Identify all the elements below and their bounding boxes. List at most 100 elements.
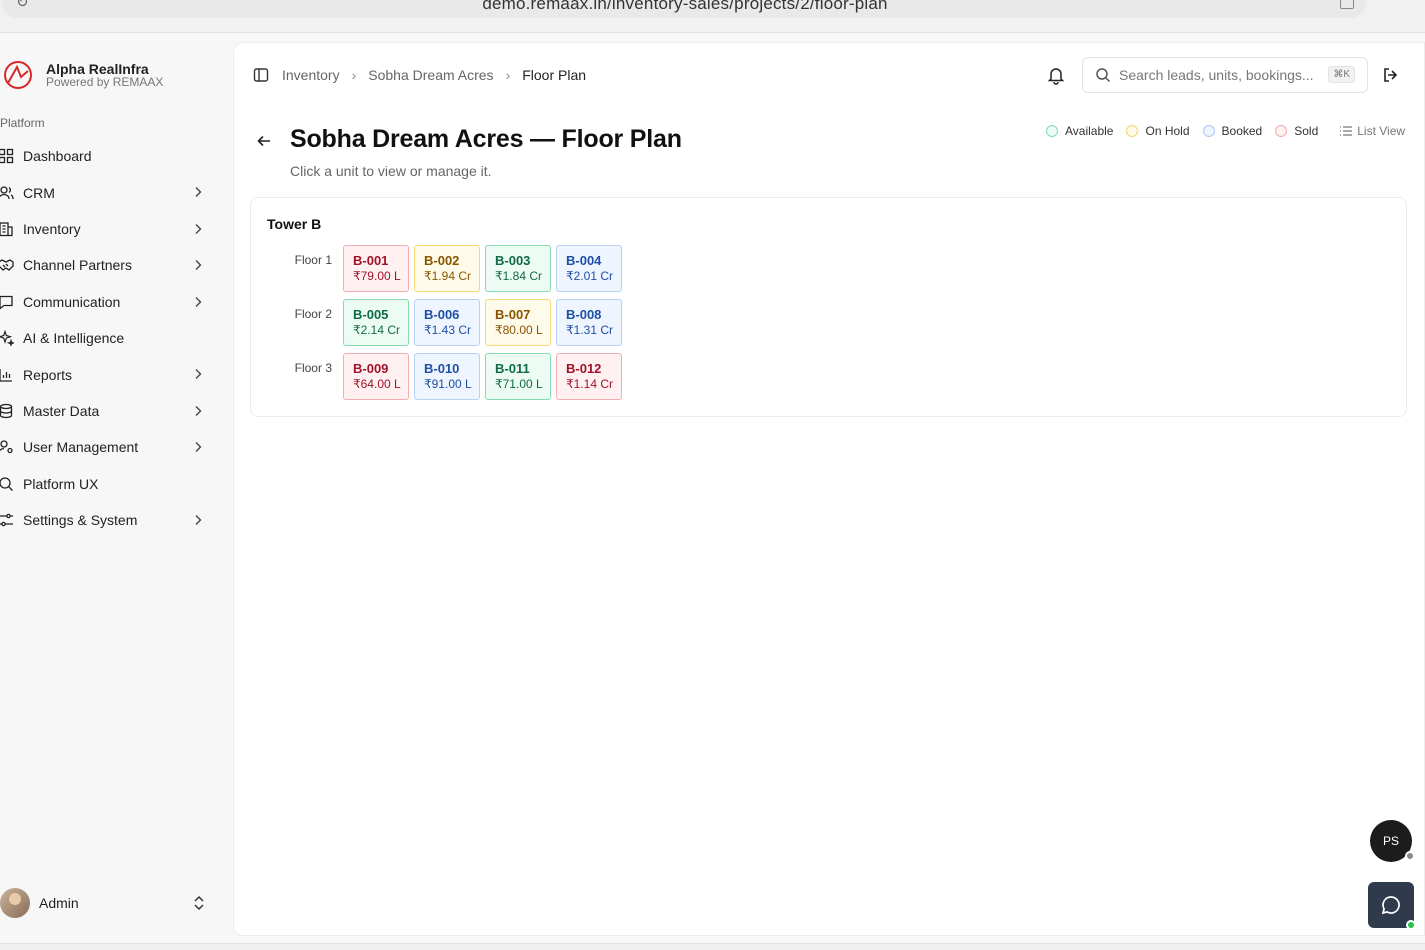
sidebar-item-label: Inventory <box>23 220 81 237</box>
page-subtitle: Click a unit to view or manage it. <box>290 163 492 179</box>
unit-cell-b-001[interactable]: B-001 ₹79.00 L <box>343 245 409 292</box>
global-search[interactable]: ⌘K <box>1082 57 1368 93</box>
floor-row: Floor 2 B-005 ₹2.14 Cr B-006 ₹1.43 Cr B-007 ₹8… <box>267 299 627 353</box>
sidebar-item-communication[interactable]: Communication <box>0 284 212 320</box>
sidebar-nav: Dashboard CRM Inventory Channel Partners Com… <box>0 138 212 538</box>
browser-url-bar: ↻ demo.remaax.in/inventory-sales/project… <box>0 0 1425 33</box>
unit-code: B-007 <box>495 307 531 322</box>
page-title: Sobha Dream Acres — Floor Plan <box>290 125 682 153</box>
unit-cell-b-002[interactable]: B-002 ₹1.94 Cr <box>414 245 480 292</box>
user-menu[interactable]: Admin <box>0 885 212 921</box>
chat-button[interactable] <box>1368 882 1416 930</box>
floor-label: Floor 3 <box>294 361 332 375</box>
sidebar-item-inventory[interactable]: Inventory <box>0 211 212 247</box>
unit-code: B-003 <box>495 253 531 268</box>
back-arrow-icon[interactable] <box>256 133 272 149</box>
bar-chart-icon <box>0 367 14 383</box>
chevron-right-icon <box>190 366 206 382</box>
legend-swatch <box>1275 125 1288 137</box>
sidebar-section-label: Platform <box>0 116 45 130</box>
unit-cell-b-006[interactable]: B-006 ₹1.43 Cr <box>414 299 480 346</box>
breadcrumb-project[interactable]: Sobha Dream Acres <box>368 67 493 83</box>
sidebar: Alpha RealInfra Powered by REMAAX Platfo… <box>0 33 232 950</box>
sidebar-item-channel-partners[interactable]: Channel Partners <box>0 247 212 283</box>
unit-code: B-006 <box>424 307 460 322</box>
sidebar-item-ai-intelligence[interactable]: AI & Intelligence <box>0 320 212 356</box>
brand-logo-icon <box>4 61 32 89</box>
sidebar-item-label: AI & Intelligence <box>23 330 125 347</box>
unit-price: ₹2.14 Cr <box>353 323 400 337</box>
tower-name: Tower B <box>267 216 322 232</box>
sidebar-item-dashboard[interactable]: Dashboard <box>0 138 212 174</box>
sidebar-item-crm[interactable]: CRM <box>0 174 212 210</box>
chevron-right-icon <box>190 257 206 273</box>
legend-label: Sold <box>1294 124 1319 138</box>
unit-cell-b-003[interactable]: B-003 ₹1.84 Cr <box>485 245 551 292</box>
list-view-button[interactable]: List View <box>1339 124 1405 138</box>
unit-cell-b-007[interactable]: B-007 ₹80.00 L <box>485 299 551 346</box>
message-icon <box>0 294 14 310</box>
floor-row: Floor 3 B-009 ₹64.00 L B-010 ₹91.00 L B-011 ₹7… <box>267 353 627 407</box>
window-bottom-edge <box>0 943 1425 950</box>
url-text[interactable]: demo.remaax.in/inventory-sales/projects/… <box>0 0 1370 14</box>
unit-cell-b-010[interactable]: B-010 ₹91.00 L <box>414 353 480 400</box>
chevron-right-icon: › <box>505 67 511 83</box>
sidebar-item-reports[interactable]: Reports <box>0 356 212 392</box>
unit-price: ₹1.31 Cr <box>566 323 613 337</box>
profile-avatar-button[interactable]: PS <box>1370 820 1415 862</box>
legend-swatch <box>1202 125 1215 137</box>
tower-card: Tower B Floor 1 B-001 ₹79.00 L B-002 ₹1.94 C… <box>250 197 1407 417</box>
chevron-right-icon <box>190 184 206 200</box>
legend-label: Available <box>1065 124 1114 138</box>
sidebar-item-label: User Management <box>23 439 139 456</box>
user-name: Admin <box>39 895 79 911</box>
bell-icon[interactable] <box>1046 65 1066 85</box>
unit-code: B-011 <box>495 361 530 376</box>
legend-item-sold: Sold <box>1275 124 1318 138</box>
sidebar-toggle-icon[interactable] <box>253 67 269 83</box>
main-panel: Inventory › Sobha Dream Acres › Floor Pl… <box>233 42 1425 936</box>
search-shortcut-badge: ⌘K <box>1328 66 1355 83</box>
sidebar-item-settings-system[interactable]: Settings & System <box>0 502 212 538</box>
handshake-icon <box>0 257 14 273</box>
floor-grid: Floor 1 B-001 ₹79.00 L B-002 ₹1.94 Cr B-003 ₹1… <box>267 245 627 407</box>
unit-price: ₹2.01 Cr <box>566 269 613 283</box>
floor-row: Floor 1 B-001 ₹79.00 L B-002 ₹1.94 Cr B-003 ₹1… <box>267 245 627 299</box>
unit-cell-b-009[interactable]: B-009 ₹64.00 L <box>343 353 409 400</box>
sidebar-item-master-data[interactable]: Master Data <box>0 393 212 429</box>
brand-sub: Powered by REMAAX <box>46 74 164 89</box>
unit-code: B-002 <box>424 253 460 268</box>
sidebar-item-label: Dashboard <box>23 148 92 165</box>
open-external-icon[interactable] <box>1340 0 1354 9</box>
unit-code: B-012 <box>566 361 602 376</box>
chevron-right-icon: › <box>351 67 357 83</box>
unit-price: ₹1.84 Cr <box>495 269 542 283</box>
legend-item-booked: Booked <box>1202 124 1263 138</box>
sidebar-item-label: Channel Partners <box>23 257 132 274</box>
legend-item-available: Available <box>1046 124 1113 138</box>
breadcrumb-inventory[interactable]: Inventory <box>282 67 340 83</box>
unit-cell-b-004[interactable]: B-004 ₹2.01 Cr <box>556 245 622 292</box>
legend-label: Booked <box>1221 124 1263 138</box>
avatar <box>0 888 30 918</box>
building-icon <box>0 221 14 237</box>
search-input[interactable] <box>1119 67 1327 83</box>
unit-price: ₹64.00 L <box>353 377 401 391</box>
unit-code: B-010 <box>424 361 460 376</box>
sidebar-item-user-management[interactable]: User Management <box>0 429 212 465</box>
sidebar-item-label: Master Data <box>23 402 100 419</box>
unit-price: ₹1.94 Cr <box>424 269 471 283</box>
legend-swatch <box>1126 125 1139 137</box>
grid-icon <box>0 148 14 164</box>
breadcrumb-current: Floor Plan <box>522 67 587 83</box>
unit-cell-b-005[interactable]: B-005 ₹2.14 Cr <box>343 299 409 346</box>
unit-code: B-009 <box>353 361 389 376</box>
logout-icon[interactable] <box>1382 66 1400 84</box>
chevron-right-icon <box>190 439 206 455</box>
unit-cell-b-011[interactable]: B-011 ₹71.00 L <box>485 353 551 400</box>
sidebar-item-label: Platform UX <box>23 475 99 492</box>
sidebar-item-platform-ux[interactable]: Platform UX <box>0 466 212 502</box>
unit-cell-b-012[interactable]: B-012 ₹1.14 Cr <box>556 353 622 400</box>
brand[interactable]: Alpha RealInfra Powered by REMAAX <box>2 59 163 91</box>
unit-cell-b-008[interactable]: B-008 ₹1.31 Cr <box>556 299 622 346</box>
